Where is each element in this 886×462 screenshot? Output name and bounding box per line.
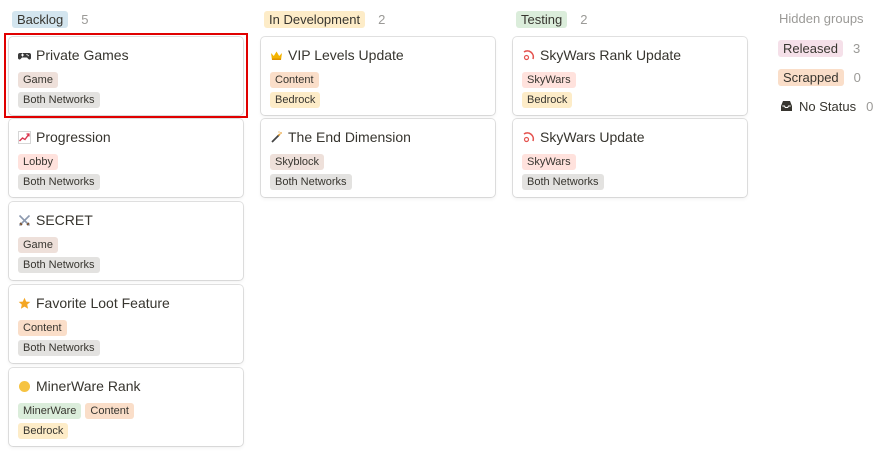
card-title-text: Favorite Loot Feature: [36, 295, 170, 311]
card[interactable]: VIP Levels Update Content Bedrock: [261, 37, 495, 115]
group-count: 2: [378, 11, 386, 27]
column-header-backlog[interactable]: Backlog 5: [12, 9, 88, 29]
card-tags: MinerWare Content Bedrock: [18, 403, 234, 439]
card[interactable]: SECRET Game Both Networks: [9, 202, 243, 280]
tag: Both Networks: [18, 174, 100, 190]
star-icon: [18, 297, 31, 310]
group-count: 5: [81, 11, 89, 27]
tag: SkyWars: [522, 72, 576, 88]
tag: Both Networks: [18, 340, 100, 356]
crown-icon: [270, 49, 283, 62]
tag: Bedrock: [270, 92, 321, 108]
tag: Game: [18, 72, 58, 88]
ringed-planet-icon: [522, 49, 535, 62]
tag: Both Networks: [18, 92, 100, 108]
card[interactable]: Progression Lobby Both Networks: [9, 119, 243, 197]
card-title: SECRET: [18, 211, 234, 229]
ringed-planet-icon: [522, 131, 535, 144]
no-status-label: No Status: [799, 98, 857, 114]
card-title-text: SkyWars Rank Update: [540, 47, 682, 63]
card-title: SkyWars Update: [522, 128, 738, 146]
card[interactable]: SkyWars Rank Update SkyWars Bedrock: [513, 37, 747, 115]
kanban-board: Backlog 5 In Development 2 Testing 2 Pri…: [0, 0, 886, 462]
hidden-group-no-status[interactable]: No Status 0: [780, 97, 873, 115]
card[interactable]: SkyWars Update SkyWars Both Networks: [513, 119, 747, 197]
group-tag: In Development: [264, 10, 366, 28]
card-title-text: VIP Levels Update: [288, 47, 404, 63]
card-title: MinerWare Rank: [18, 377, 234, 395]
card-title-text: SkyWars Update: [540, 129, 645, 145]
card[interactable]: The End Dimension Skyblock Both Networks: [261, 119, 495, 197]
tag: Game: [18, 237, 58, 253]
group-count: 2: [580, 11, 588, 27]
card-tags: Game Both Networks: [18, 72, 234, 108]
card-title: SkyWars Rank Update: [522, 46, 738, 64]
tag: Bedrock: [522, 92, 573, 108]
tag: Content: [85, 403, 134, 419]
card-tags: Skyblock Both Networks: [270, 154, 486, 190]
hidden-group-released[interactable]: Released 3: [778, 39, 860, 57]
card-title-text: MinerWare Rank: [36, 378, 141, 394]
hidden-groups-title: Hidden groups: [779, 11, 864, 26]
group-tag: Testing: [516, 10, 568, 28]
card-title: Favorite Loot Feature: [18, 294, 234, 312]
card[interactable]: MinerWare Rank MinerWare Content Bedrock: [9, 368, 243, 446]
tag: Content: [18, 320, 67, 336]
card-tags: SkyWars Bedrock: [522, 72, 738, 108]
tag: Both Networks: [270, 174, 352, 190]
inbox-icon: [780, 100, 793, 112]
tag: SkyWars: [522, 154, 576, 170]
tag: Bedrock: [18, 423, 69, 439]
card-title: Progression: [18, 128, 234, 146]
card[interactable]: Private Games Game Both Networks: [9, 37, 243, 115]
group-count: 0: [866, 98, 874, 114]
card-title: Private Games: [18, 46, 234, 64]
card-tags: Lobby Both Networks: [18, 154, 234, 190]
card-tags: Content Bedrock: [270, 72, 486, 108]
card-title-text: Private Games: [36, 47, 129, 63]
card-tags: Content Both Networks: [18, 320, 234, 356]
tag: Both Networks: [522, 174, 604, 190]
group-tag: Scrapped: [778, 68, 844, 86]
tag: Lobby: [18, 154, 58, 170]
hidden-group-scrapped[interactable]: Scrapped 0: [778, 68, 861, 86]
column-header-testing[interactable]: Testing 2: [516, 9, 587, 29]
card-title-text: Progression: [36, 129, 111, 145]
group-count: 3: [852, 40, 861, 56]
card-title-text: SECRET: [36, 212, 93, 228]
column-header-in-development[interactable]: In Development 2: [264, 9, 385, 29]
card[interactable]: Favorite Loot Feature Content Both Netwo…: [9, 285, 243, 363]
game-controller-icon: [18, 49, 31, 62]
chart-increasing-icon: [18, 130, 31, 144]
tag: MinerWare: [18, 403, 82, 419]
card-title: The End Dimension: [270, 128, 486, 146]
tag: Content: [270, 72, 319, 88]
card-tags: SkyWars Both Networks: [522, 154, 738, 190]
group-tag: Backlog: [12, 10, 69, 28]
card-title-text: The End Dimension: [288, 129, 411, 145]
yellow-circle-icon: [18, 380, 31, 393]
tag: Both Networks: [18, 257, 100, 273]
crossed-swords-icon: [18, 214, 31, 227]
group-count: 0: [853, 69, 861, 85]
card-tags: Game Both Networks: [18, 237, 234, 273]
magic-wand-icon: [270, 130, 283, 144]
card-title: VIP Levels Update: [270, 46, 486, 64]
tag: Skyblock: [270, 154, 325, 170]
group-tag: Released: [778, 39, 843, 57]
